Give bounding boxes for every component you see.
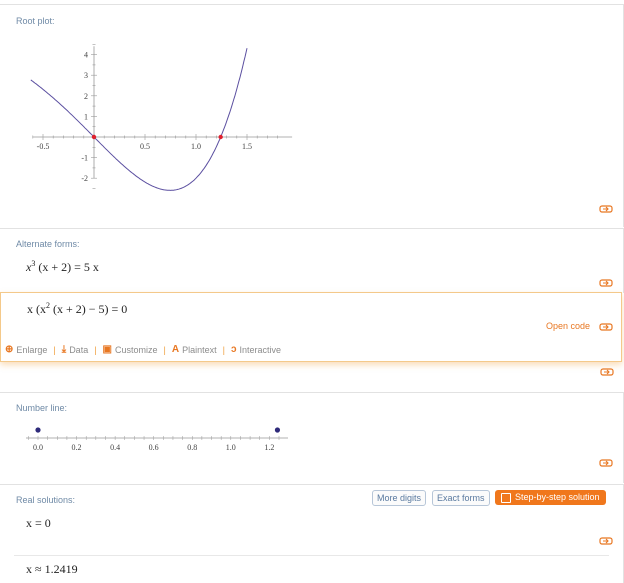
y-tick-label: -2	[81, 174, 88, 183]
data-label: Data	[69, 344, 89, 355]
y-tick-label: 3	[84, 71, 88, 80]
step-by-step-icon	[501, 493, 511, 503]
interactive-button[interactable]: ↄ Interactive	[231, 344, 281, 355]
enlarge-label: Enlarge	[16, 344, 48, 355]
exact-forms-button[interactable]: Exact forms	[432, 490, 490, 506]
toolbar-separator: |	[163, 344, 166, 355]
data-button[interactable]: ⤓ Data	[62, 344, 88, 355]
subpod-toolbar: ⊕ Enlarge | ⤓ Data | ▣ Customize | A Plainte…	[5, 344, 281, 355]
form2-b: (x + 2) − 5) = 0	[50, 302, 128, 316]
customize-icon: ▣	[102, 344, 112, 355]
alternate-forms-title: Alternate forms:	[16, 239, 80, 249]
number-line-tick-label: 0.6	[149, 443, 159, 452]
share-icon[interactable]	[599, 457, 613, 467]
share-icon[interactable]	[599, 535, 613, 545]
real-solutions-title: Real solutions:	[16, 495, 76, 505]
customize-label: Customize	[115, 344, 158, 355]
solution-2-text: x ≈ 1.2419	[26, 562, 78, 576]
y-tick-label: 1	[84, 112, 88, 121]
alternate-form-2: x (x2 (x + 2) − 5) = 0	[27, 301, 127, 317]
number-line-title: Number line:	[16, 403, 68, 413]
toolbar-separator: |	[53, 344, 56, 355]
form2-a: x (x	[27, 302, 46, 316]
enlarge-button[interactable]: ⊕ Enlarge	[5, 344, 47, 355]
solution-point	[274, 427, 281, 433]
interactive-label: Interactive	[239, 344, 282, 355]
step-by-step-label: Step-by-step solution	[515, 492, 600, 502]
more-digits-button[interactable]: More digits	[372, 490, 427, 506]
x-tick-label: 1.0	[191, 142, 201, 151]
y-tick-label: 2	[84, 92, 88, 101]
y-tick-label: -1	[81, 154, 88, 163]
x-tick-label: 1.5	[242, 142, 252, 151]
root-point	[91, 134, 97, 140]
solution-divider	[14, 555, 609, 556]
root-point	[218, 134, 223, 140]
customize-button[interactable]: ▣ Customize	[103, 344, 158, 355]
plaintext-icon: A	[171, 344, 180, 355]
alternate-form-1: x3 (x + 2) = 5 x	[26, 259, 99, 275]
solution-1: x = 0	[26, 516, 51, 531]
open-code-link[interactable]: Open code	[546, 321, 590, 331]
number-line-tick-label: 1.0	[226, 443, 236, 452]
solution-2: x ≈ 1.2419	[26, 562, 78, 577]
plaintext-label: Plaintext	[182, 344, 217, 355]
root-plot-pod: Root plot: -0.5 0.5 1.0 1.5 4 3 2 1 -1 -2	[0, 4, 624, 227]
function-curve	[30, 48, 248, 191]
magnifier-icon: ⊕	[5, 344, 14, 355]
share-icon[interactable]	[600, 366, 614, 376]
alternate-forms-pod: Alternate forms: x3 (x + 2) = 5 x	[0, 228, 624, 293]
number-line-tick-label: 1.2	[264, 443, 274, 452]
download-icon: ⤓	[61, 344, 67, 355]
number-line-chart[interactable]: 0.0 0.2 0.4 0.6 0.8 1.0 1.2	[0, 421, 300, 461]
toolbar-separator: |	[222, 344, 225, 355]
number-line-tick-label: 0.4	[110, 443, 120, 452]
root-plot-title: Root plot:	[16, 16, 55, 26]
solution-1-text: x = 0	[26, 516, 51, 530]
number-line-tick-label: 0.2	[72, 443, 82, 452]
root-plot-chart[interactable]: -0.5 0.5 1.0 1.5 4 3 2 1 -1 -2	[0, 29, 300, 219]
share-icon[interactable]	[599, 203, 613, 213]
interactive-icon: ↄ	[230, 344, 237, 355]
y-tick-label: 4	[84, 51, 88, 60]
toolbar-separator: |	[94, 344, 97, 355]
number-line-tick-label: 0.0	[33, 443, 43, 452]
alternate-form-2-subpod[interactable]: x (x2 (x + 2) − 5) = 0 Open code ⊕ Enlarg…	[0, 292, 622, 362]
number-line-pod: Number line: 0.0 0.2 0.4 0.6 0.8 1.0 1.2	[0, 392, 624, 483]
form1-lhs-b: (x + 2) = 5 x	[35, 260, 99, 274]
number-line-tick-label: 0.8	[187, 443, 197, 452]
x-tick-label: 0.5	[140, 142, 150, 151]
plaintext-button[interactable]: A Plaintext	[172, 344, 217, 355]
share-icon[interactable]	[599, 277, 613, 287]
step-by-step-button[interactable]: Step-by-step solution	[495, 490, 606, 505]
share-icon[interactable]	[599, 321, 613, 331]
solution-point	[35, 427, 41, 433]
x-tick-label: -0.5	[37, 142, 50, 151]
